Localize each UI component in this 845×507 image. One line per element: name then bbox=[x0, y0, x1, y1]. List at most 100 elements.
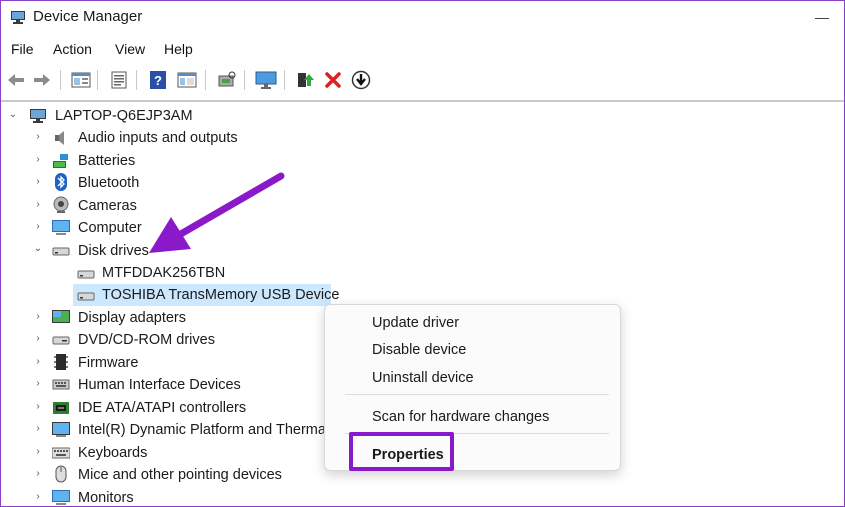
menu-item-scan-hardware[interactable]: Scan for hardware changes bbox=[372, 409, 549, 425]
chevron-right-icon[interactable]: › bbox=[32, 154, 44, 165]
mouse-icon bbox=[55, 465, 67, 483]
display-adapter-icon bbox=[52, 310, 70, 323]
tree-item-bluetooth[interactable]: › Bluetooth bbox=[1, 172, 321, 194]
monitor-icon bbox=[52, 490, 70, 505]
tree-item-keyboards[interactable]: › Keyboards bbox=[1, 442, 321, 464]
tree-root[interactable]: ⌄ LAPTOP-Q6EJP3AM bbox=[1, 105, 301, 127]
tree-item-label: MTFDDAK256TBN bbox=[102, 265, 226, 281]
computer-icon bbox=[30, 109, 46, 123]
firmware-icon bbox=[54, 354, 68, 370]
console-tree-icon[interactable] bbox=[175, 69, 199, 91]
menu-view[interactable]: View bbox=[115, 41, 145, 57]
menu-help[interactable]: Help bbox=[164, 41, 193, 57]
tree-item-label: Intel(R) Dynamic Platform and Therma bbox=[78, 422, 326, 438]
tree-item-monitors[interactable]: › Monitors bbox=[1, 487, 321, 506]
toolbar-separator bbox=[136, 70, 137, 90]
tree-item-label: TOSHIBA TransMemory USB Device bbox=[102, 287, 340, 303]
device-manager-app-icon bbox=[11, 11, 25, 24]
tree-item-batteries[interactable]: › Batteries bbox=[1, 150, 321, 172]
toolbar: ? bbox=[1, 65, 844, 97]
keyboard-icon bbox=[52, 447, 70, 459]
chevron-right-icon[interactable]: › bbox=[32, 176, 44, 187]
tree-item-firmware[interactable]: › Firmware bbox=[1, 352, 321, 374]
battery-icon bbox=[53, 154, 68, 168]
tree-item-mice[interactable]: › Mice and other pointing devices bbox=[1, 464, 321, 486]
menu-separator bbox=[345, 394, 609, 395]
tree-item-label: Batteries bbox=[78, 153, 136, 169]
bluetooth-icon bbox=[55, 173, 67, 191]
disk-drive-icon bbox=[52, 247, 70, 256]
tree-item-cameras[interactable]: › Cameras bbox=[1, 195, 321, 217]
monitor-icon[interactable] bbox=[254, 69, 278, 91]
uninstall-icon[interactable] bbox=[321, 69, 345, 91]
tree-item-ide[interactable]: › IDE ATA/ATAPI controllers bbox=[1, 397, 321, 419]
chevron-down-icon[interactable]: ⌄ bbox=[32, 243, 44, 254]
tree-item-label: Disk drives bbox=[78, 243, 149, 259]
list-view-icon[interactable] bbox=[107, 69, 131, 91]
tree-item-computer[interactable]: › Computer bbox=[1, 217, 321, 239]
intel-platform-icon bbox=[52, 422, 70, 437]
tree-item-dvd[interactable]: › DVD/CD-ROM drives bbox=[1, 329, 321, 351]
minimize-button[interactable]: — bbox=[812, 7, 832, 27]
tree-item-label: Mice and other pointing devices bbox=[78, 467, 282, 483]
back-icon[interactable] bbox=[4, 69, 28, 91]
menu-item-uninstall-device[interactable]: Uninstall device bbox=[372, 370, 474, 386]
title-bar: Device Manager — bbox=[1, 1, 844, 35]
disable-icon[interactable] bbox=[349, 69, 373, 91]
chevron-right-icon[interactable]: › bbox=[32, 378, 44, 389]
update-driver-icon[interactable] bbox=[293, 69, 317, 91]
tree-item-audio[interactable]: › Audio inputs and outputs bbox=[1, 127, 321, 149]
tree-item-label: Keyboards bbox=[78, 445, 148, 461]
help-icon[interactable]: ? bbox=[146, 69, 170, 91]
chevron-right-icon[interactable]: › bbox=[32, 401, 44, 412]
chevron-right-icon[interactable]: › bbox=[32, 311, 44, 322]
chevron-right-icon[interactable]: › bbox=[32, 491, 44, 502]
tree-item-disk-toshiba[interactable]: TOSHIBA TransMemory USB Device bbox=[1, 284, 339, 306]
dvd-drive-icon bbox=[52, 336, 70, 345]
tree-item-label: Bluetooth bbox=[78, 175, 140, 191]
properties-view-icon[interactable] bbox=[69, 69, 93, 91]
chevron-right-icon[interactable]: › bbox=[32, 423, 44, 434]
chevron-right-icon[interactable]: › bbox=[32, 333, 44, 344]
tree-item-disk-drives[interactable]: ⌄ Disk drives bbox=[1, 240, 321, 262]
chevron-down-icon[interactable]: ⌄ bbox=[7, 109, 19, 120]
hid-icon bbox=[52, 379, 70, 390]
speaker-icon bbox=[55, 131, 64, 145]
toolbar-separator bbox=[284, 70, 285, 90]
toolbar-separator bbox=[205, 70, 206, 90]
svg-text:?: ? bbox=[154, 73, 162, 88]
menu-file[interactable]: File bbox=[11, 41, 34, 57]
chevron-right-icon[interactable]: › bbox=[32, 199, 44, 210]
tree-item-disk-mtfddak[interactable]: MTFDDAK256TBN bbox=[1, 262, 321, 284]
toolbar-separator bbox=[244, 70, 245, 90]
tree-item-hid[interactable]: › Human Interface Devices bbox=[1, 374, 321, 396]
menu-item-disable-device[interactable]: Disable device bbox=[372, 342, 466, 358]
tree-item-label: IDE ATA/ATAPI controllers bbox=[78, 400, 247, 416]
chevron-right-icon[interactable]: › bbox=[32, 468, 44, 479]
menu-action[interactable]: Action bbox=[53, 41, 92, 57]
tree-item-label: Human Interface Devices bbox=[78, 377, 241, 393]
chevron-right-icon[interactable]: › bbox=[32, 221, 44, 232]
disk-drive-icon bbox=[77, 292, 95, 301]
window-title: Device Manager bbox=[33, 8, 143, 25]
tree-item-intel-platform[interactable]: › Intel(R) Dynamic Platform and Therma bbox=[1, 419, 331, 441]
tree-item-display-adapters[interactable]: › Display adapters bbox=[1, 307, 321, 329]
menu-item-properties[interactable]: Properties bbox=[372, 447, 444, 463]
forward-icon[interactable] bbox=[30, 69, 54, 91]
computer-icon bbox=[52, 220, 70, 235]
disk-drive-icon bbox=[77, 270, 95, 279]
menu-item-update-driver[interactable]: Update driver bbox=[372, 315, 459, 331]
toolbar-separator bbox=[60, 70, 61, 90]
chevron-right-icon[interactable]: › bbox=[32, 356, 44, 367]
tree-item-label: Cameras bbox=[78, 198, 137, 214]
tree-item-label: Display adapters bbox=[78, 310, 186, 326]
tree-item-label: Computer bbox=[78, 220, 142, 236]
chevron-right-icon[interactable]: › bbox=[32, 446, 44, 457]
tree-item-label: Audio inputs and outputs bbox=[78, 130, 238, 146]
chevron-right-icon[interactable]: › bbox=[32, 131, 44, 142]
scan-hardware-icon[interactable] bbox=[215, 69, 239, 91]
tree-item-label: DVD/CD-ROM drives bbox=[78, 332, 215, 348]
camera-icon bbox=[53, 196, 69, 213]
root-label: LAPTOP-Q6EJP3AM bbox=[55, 108, 193, 124]
tree-item-label: Firmware bbox=[78, 355, 139, 371]
